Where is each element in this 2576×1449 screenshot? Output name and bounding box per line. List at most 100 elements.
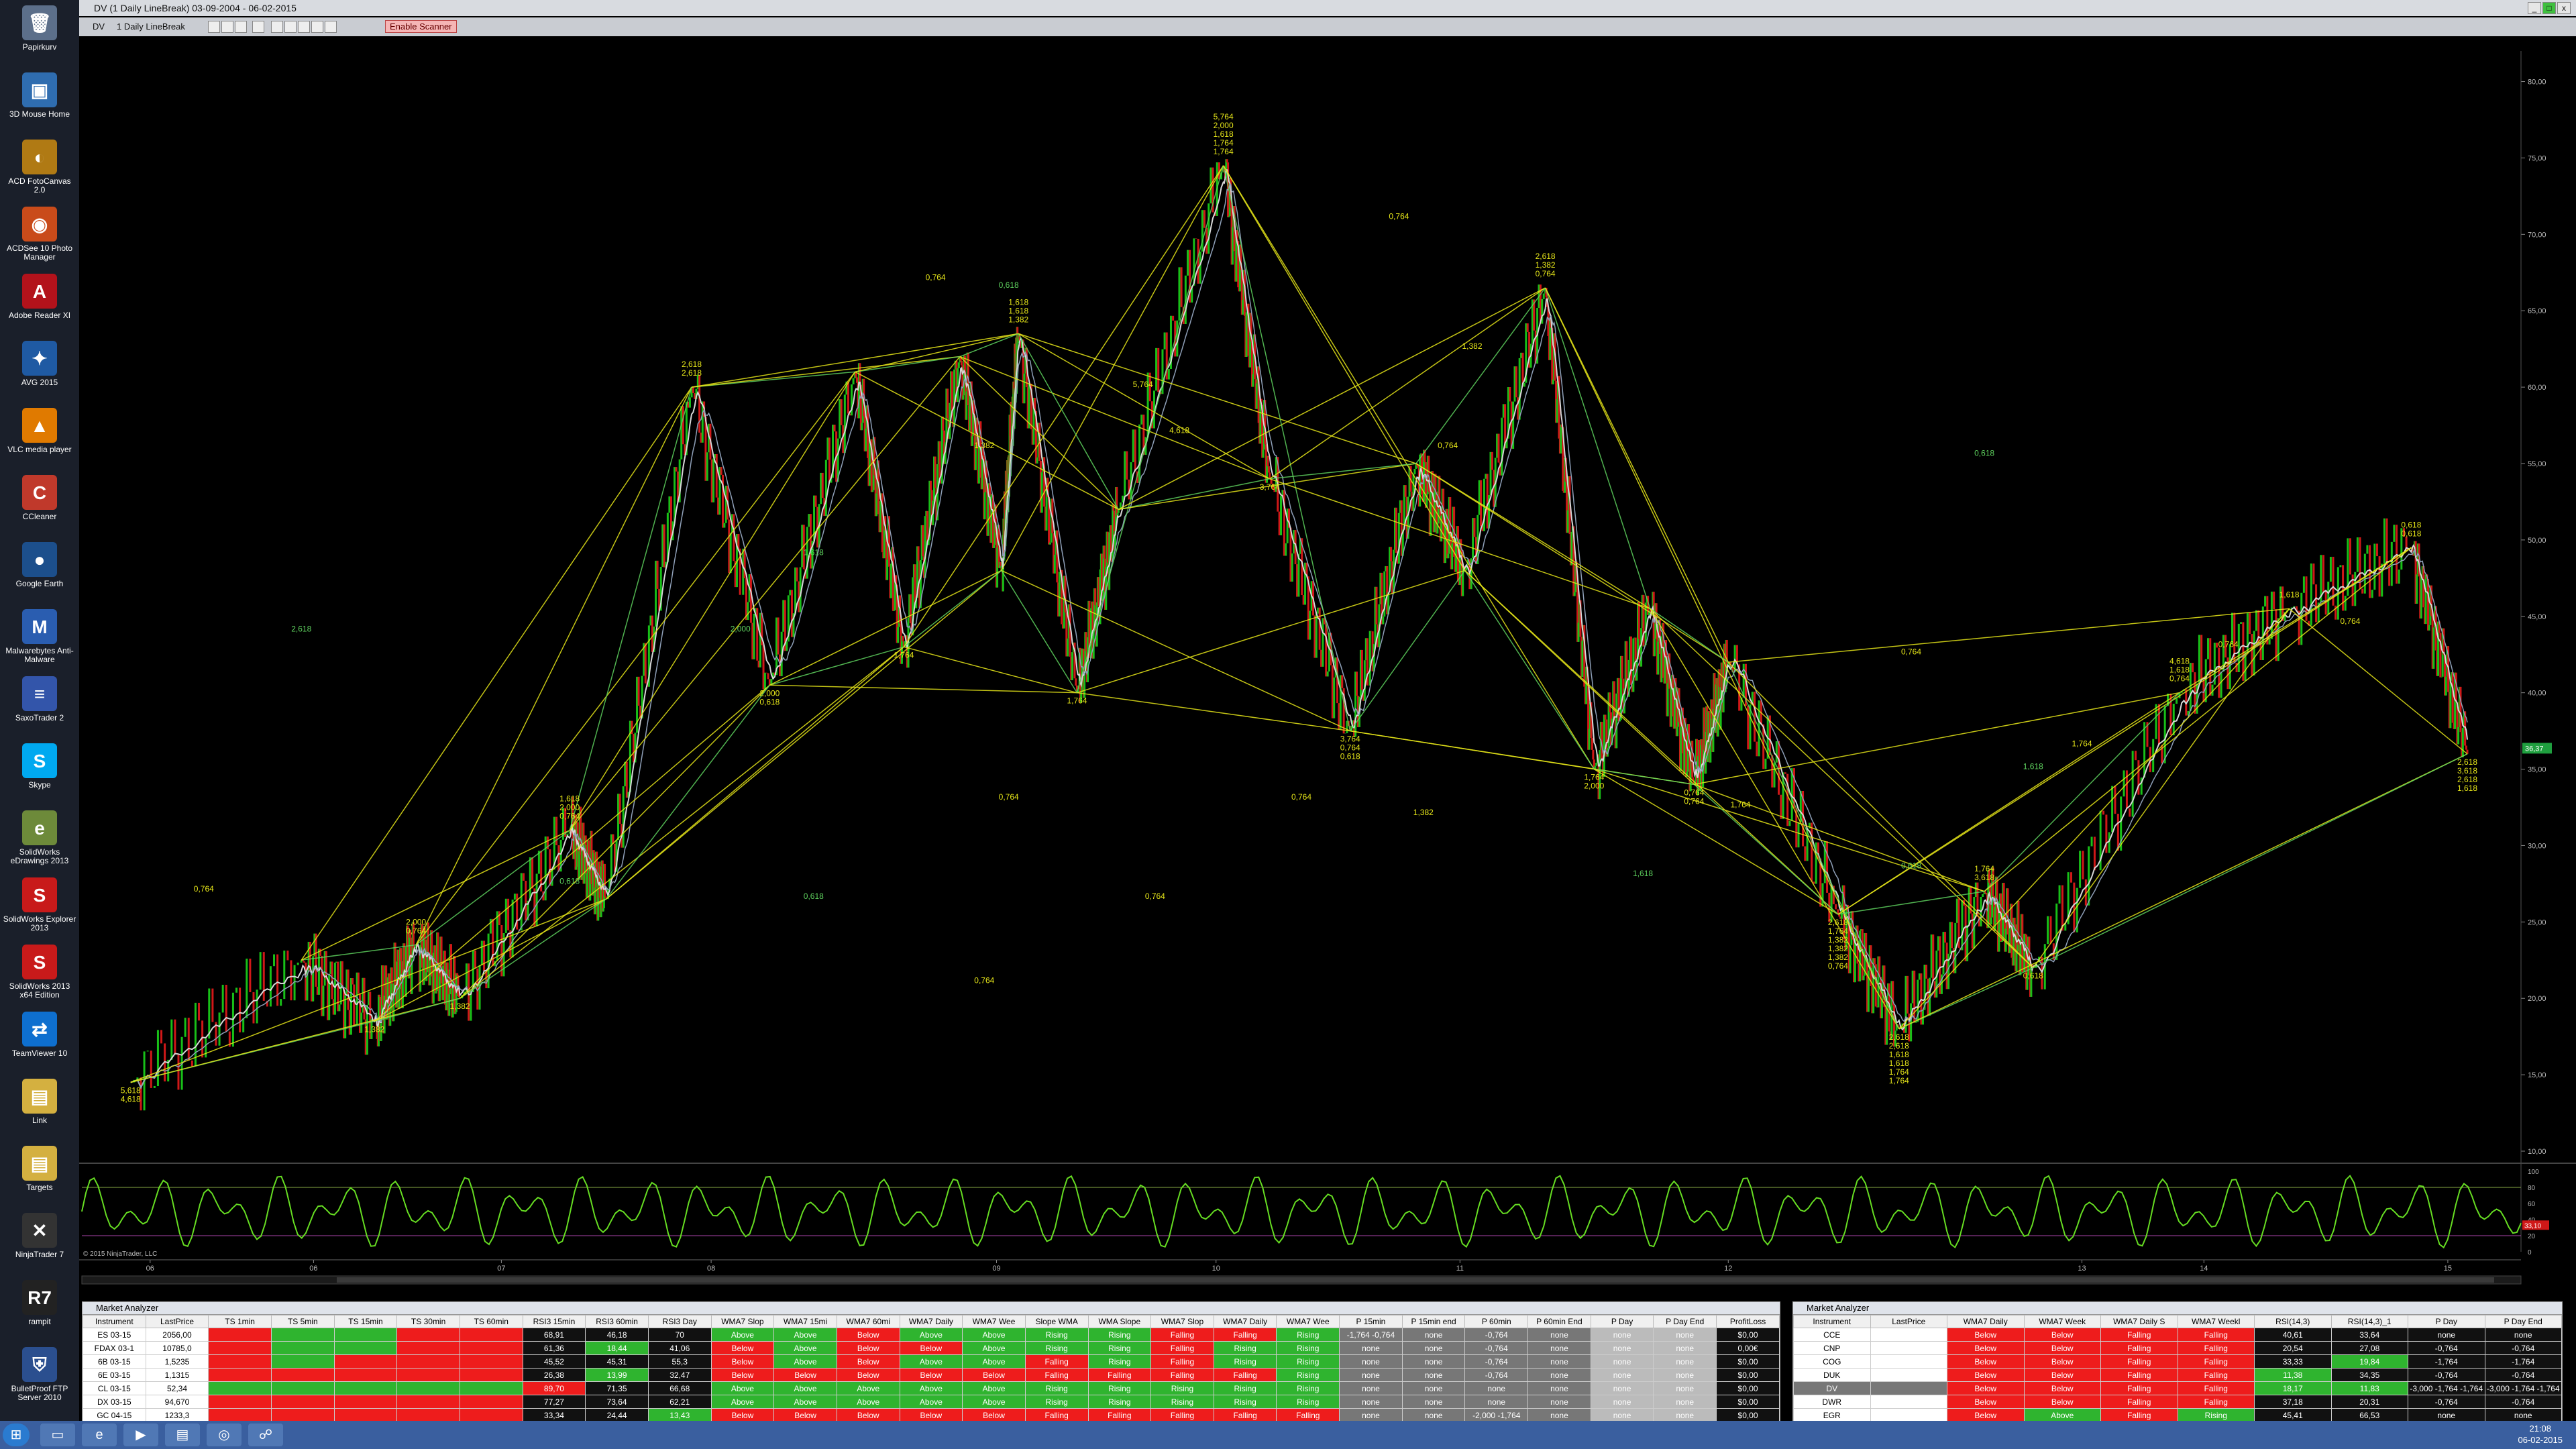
table-row[interactable]: ES 03-15 2056,00 68,91 46,18 70 Above Above Bel… bbox=[83, 1328, 1780, 1342]
column-header[interactable]: RSI3 60min bbox=[585, 1315, 649, 1328]
column-header[interactable]: Instrument bbox=[1793, 1315, 1871, 1328]
explorer-icon[interactable]: ▭ bbox=[40, 1424, 75, 1446]
column-header[interactable]: RSI(14,3)_1 bbox=[2330, 1315, 2408, 1328]
desktop-shortcut[interactable]: M Malwarebytes Anti-Malware bbox=[3, 609, 76, 664]
desktop-shortcut[interactable]: 🗑 Papirkurv bbox=[3, 5, 76, 52]
table-row[interactable]: COG Below Below Falling Falling 33,33 19,84 -1,… bbox=[1793, 1354, 2562, 1368]
column-header[interactable]: WMA7 Daily bbox=[899, 1315, 963, 1328]
zoom-tool-icon[interactable] bbox=[252, 21, 264, 33]
period-selector[interactable]: 1 Daily LineBreak bbox=[117, 21, 185, 32]
network-icon[interactable]: ☍ bbox=[248, 1424, 283, 1446]
column-header[interactable]: P Day End bbox=[1653, 1315, 1717, 1328]
column-header[interactable]: WMA7 Daily bbox=[1213, 1315, 1277, 1328]
maximize-button[interactable]: □ bbox=[2542, 2, 2556, 14]
column-header[interactable]: WMA7 15mi bbox=[773, 1315, 837, 1328]
data-box-icon[interactable] bbox=[311, 21, 323, 33]
windows-start-icon[interactable]: ⊞ bbox=[3, 1424, 30, 1446]
column-header[interactable]: P Day End bbox=[2484, 1315, 2562, 1328]
desktop-shortcut[interactable]: ◉ ACDSee 10 Photo Manager bbox=[3, 207, 76, 262]
minimize-button[interactable]: _ bbox=[2528, 2, 2541, 14]
table-row[interactable]: CNP Below Below Falling Falling 20,54 27,08 -0,… bbox=[1793, 1341, 2562, 1355]
media-player-icon[interactable]: ▶ bbox=[123, 1424, 158, 1446]
column-header[interactable]: WMA7 Weekl bbox=[2177, 1315, 2255, 1328]
column-header[interactable]: WMA7 Week bbox=[2023, 1315, 2101, 1328]
indicators-tool-icon[interactable] bbox=[284, 21, 297, 33]
column-header[interactable]: P 60min End bbox=[1527, 1315, 1591, 1328]
table-row[interactable]: FDAX 03-1 10785,0 61,36 18,44 41,06 Below Abov… bbox=[83, 1341, 1780, 1355]
desktop-shortcut[interactable]: ≡ SaxoTrader 2 bbox=[3, 676, 76, 722]
column-header[interactable]: WMA7 Slop bbox=[1150, 1315, 1214, 1328]
table-row[interactable]: DUK Below Below Falling Falling 11,38 34,35 -0,… bbox=[1793, 1368, 2562, 1382]
column-header[interactable]: P 60min bbox=[1464, 1315, 1529, 1328]
table-row[interactable]: 6B 03-15 1,5235 45,52 45,31 55,3 Below Above Be… bbox=[83, 1354, 1780, 1368]
close-button[interactable]: x bbox=[2557, 2, 2571, 14]
desktop-shortcut[interactable]: ● Google Earth bbox=[3, 542, 76, 588]
desktop-shortcut[interactable]: ⛨ BulletProof FTP Server 2010 bbox=[3, 1347, 76, 1402]
desktop-shortcut[interactable]: S Skype bbox=[3, 743, 76, 790]
column-header[interactable]: Slope WMA bbox=[1024, 1315, 1089, 1328]
desktop-shortcut[interactable]: C CCleaner bbox=[3, 475, 76, 521]
column-header[interactable]: P Day bbox=[2408, 1315, 2485, 1328]
desktop-shortcut[interactable]: ✕ NinjaTrader 7 bbox=[3, 1213, 76, 1259]
column-header[interactable]: TS 15min bbox=[333, 1315, 398, 1328]
window-titlebar[interactable]: DV (1 Daily LineBreak) 03-09-2004 - 06-0… bbox=[79, 0, 2576, 16]
desktop-shortcut[interactable]: S SolidWorks 2013 x64 Edition bbox=[3, 945, 76, 1000]
column-header[interactable]: ProfitLoss bbox=[1716, 1315, 1780, 1328]
column-header[interactable]: WMA7 Slop bbox=[710, 1315, 775, 1328]
column-header[interactable]: WMA Slope bbox=[1087, 1315, 1152, 1328]
column-header[interactable]: WMA7 60mi bbox=[836, 1315, 900, 1328]
column-header[interactable]: RSI3 Day bbox=[647, 1315, 712, 1328]
price-chart[interactable]: 10,00 15,00 20,00 25,00 30,00 35,00 40,00 45,00… bbox=[79, 38, 2576, 1299]
column-header[interactable]: RSI(14,3) bbox=[2254, 1315, 2332, 1328]
system-clock[interactable]: 21:08 06-02-2015 bbox=[2518, 1423, 2563, 1446]
column-header[interactable]: LastPrice bbox=[1870, 1315, 1947, 1328]
column-header[interactable]: WMA7 Daily bbox=[1947, 1315, 2025, 1328]
desktop-shortcut[interactable]: ✦ AVG 2015 bbox=[3, 341, 76, 387]
table-row[interactable]: DX 03-15 94,670 77,27 73,64 62,21 Above Above A… bbox=[83, 1395, 1780, 1409]
desktop-shortcut[interactable]: S SolidWorks Explorer 2013 bbox=[3, 877, 76, 932]
column-header[interactable]: TS 30min bbox=[396, 1315, 460, 1328]
draw-line-tool-icon[interactable] bbox=[221, 21, 233, 33]
properties-tool-icon[interactable] bbox=[271, 21, 283, 33]
table-row[interactable]: DWR Below Below Falling Falling 37,18 20,31 -0,… bbox=[1793, 1395, 2562, 1409]
desktop-shortcut[interactable]: ▤ Link bbox=[3, 1079, 76, 1125]
enable-scanner-button[interactable]: Enable Scanner bbox=[385, 20, 457, 33]
column-header[interactable]: P Day bbox=[1590, 1315, 1654, 1328]
table-row[interactable]: 6E 03-15 1,1315 26,38 13,99 32,47 Below Below B… bbox=[83, 1368, 1780, 1382]
desktop-shortcut[interactable]: ▤ Targets bbox=[3, 1146, 76, 1192]
column-header[interactable]: P 15min bbox=[1339, 1315, 1403, 1328]
column-header[interactable]: RSI3 15min bbox=[522, 1315, 586, 1328]
column-header[interactable]: WMA7 Wee bbox=[962, 1315, 1026, 1328]
column-header[interactable]: Instrument bbox=[83, 1315, 146, 1328]
ninjatrader-task-icon[interactable]: ▤ bbox=[165, 1424, 200, 1446]
strategies-tool-icon[interactable] bbox=[298, 21, 310, 33]
table-row[interactable]: GC 04-15 1233,3 33,34 24,44 13,43 Below Below B… bbox=[83, 1408, 1780, 1421]
desktop-shortcut[interactable]: ◐ ACD FotoCanvas 2.0 bbox=[3, 140, 76, 195]
column-header[interactable]: LastPrice bbox=[145, 1315, 209, 1328]
x-tick-label: 11 bbox=[1456, 1265, 1464, 1273]
desktop-shortcut[interactable]: ▣ 3D Mouse Home bbox=[3, 72, 76, 119]
column-header[interactable]: TS 1min bbox=[208, 1315, 272, 1328]
desktop-shortcut[interactable]: A Adobe Reader XI bbox=[3, 274, 76, 320]
column-header[interactable]: WMA7 Wee bbox=[1276, 1315, 1340, 1328]
table-row[interactable]: EGR Below Above Falling Rising 45,41 66,53 none… bbox=[1793, 1408, 2562, 1421]
desktop-shortcut[interactable]: ▲ VLC media player bbox=[3, 408, 76, 454]
table-row[interactable]: CCE Below Below Falling Falling 40,61 33,64 non… bbox=[1793, 1328, 2562, 1342]
column-header[interactable]: TS 60min bbox=[459, 1315, 523, 1328]
link-folder-icon: ▤ bbox=[22, 1079, 57, 1114]
pivot-ratio-label: 1,382 bbox=[1008, 315, 1028, 324]
crosshair-tool-icon[interactable] bbox=[208, 21, 220, 33]
drawing-tools-icon[interactable] bbox=[235, 21, 247, 33]
desktop-shortcut[interactable]: ⇄ TeamViewer 10 bbox=[3, 1012, 76, 1058]
desktop-shortcut[interactable]: e SolidWorks eDrawings 2013 bbox=[3, 810, 76, 865]
instrument-selector[interactable]: DV bbox=[93, 21, 105, 32]
ie-icon[interactable]: e bbox=[82, 1424, 117, 1446]
column-header[interactable]: WMA7 Daily S bbox=[2100, 1315, 2178, 1328]
chrome-icon[interactable]: ◎ bbox=[207, 1424, 241, 1446]
column-header[interactable]: P 15min end bbox=[1401, 1315, 1466, 1328]
link-tool-icon[interactable] bbox=[325, 21, 337, 33]
desktop-shortcut[interactable]: R7 rampit bbox=[3, 1280, 76, 1326]
table-row[interactable]: DV Below Below Falling Falling 18,17 11,83 -3,0… bbox=[1793, 1381, 2562, 1395]
table-row[interactable]: CL 03-15 52,34 89,70 71,35 66,68 Above Above Ab… bbox=[83, 1381, 1780, 1395]
column-header[interactable]: TS 5min bbox=[270, 1315, 335, 1328]
